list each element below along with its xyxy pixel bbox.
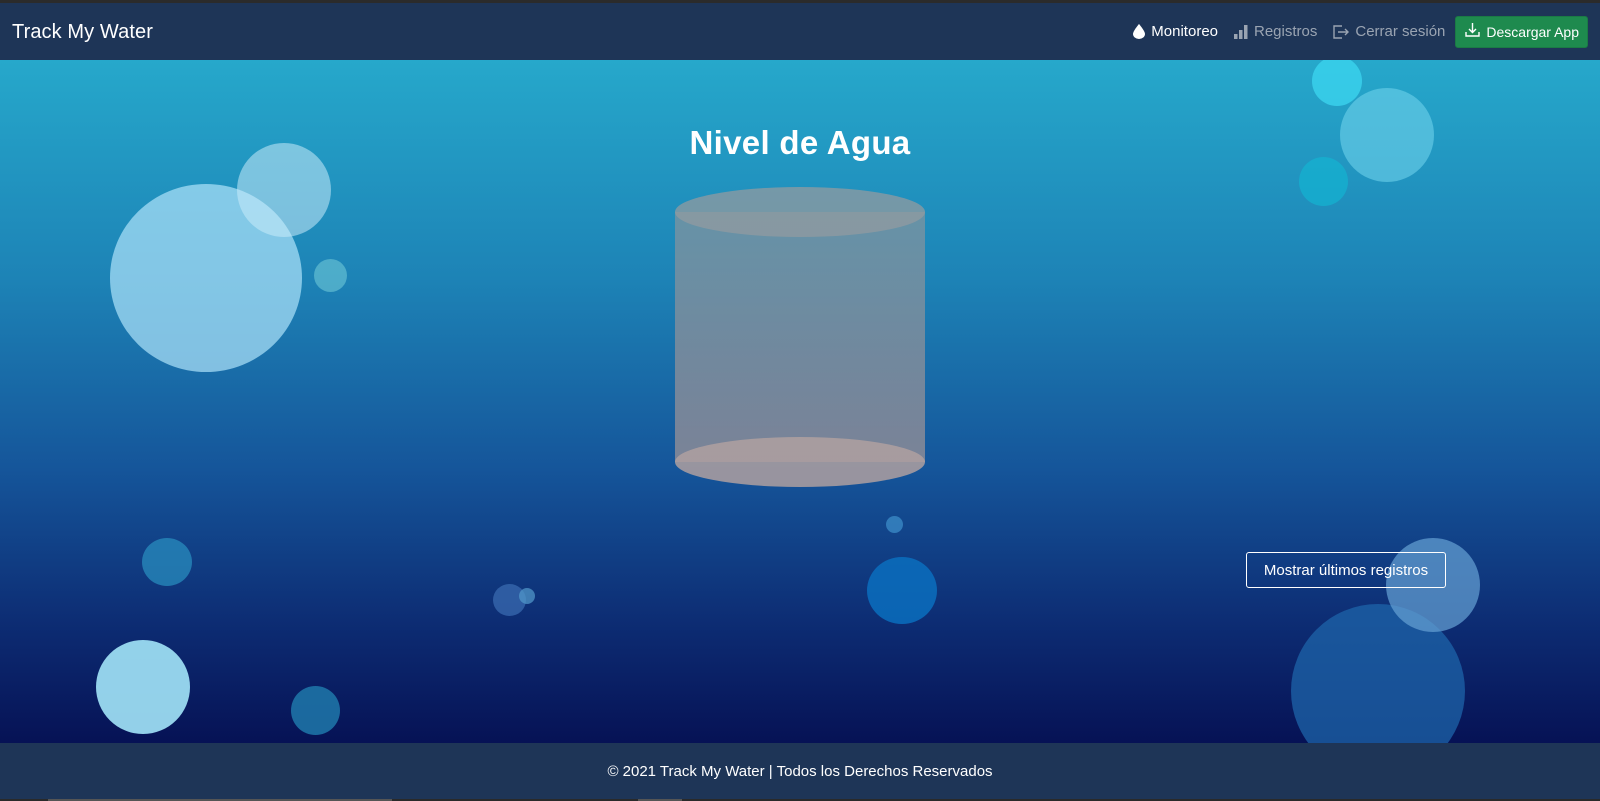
decorative-bubble (96, 640, 190, 734)
brand-logo-text[interactable]: Track My Water (12, 21, 153, 44)
download-app-button[interactable]: Descargar App (1455, 15, 1588, 48)
nav-links: Monitoreo Registros Cerrar sesión Descar… (1117, 3, 1600, 60)
nav-link-label: Monitoreo (1151, 23, 1218, 40)
footer-copyright: © 2021 Track My Water | Todos los Derech… (607, 762, 993, 780)
logout-icon (1333, 24, 1350, 39)
water-tank-gauge (675, 187, 925, 487)
tank-body (675, 212, 925, 462)
download-app-label: Descargar App (1486, 23, 1579, 40)
bar-chart-icon (1234, 24, 1248, 39)
navbar: Track My Water Monitoreo Registros Cerra… (0, 3, 1600, 60)
nav-link-monitoreo[interactable]: Monitoreo (1133, 23, 1218, 40)
nav-link-label: Registros (1254, 23, 1318, 40)
water-drop-icon (1133, 24, 1146, 39)
footer: © 2021 Track My Water | Todos los Derech… (0, 743, 1600, 799)
nav-link-cerrar-sesion[interactable]: Cerrar sesión (1333, 23, 1445, 40)
download-icon (1465, 23, 1481, 40)
decorative-bubble (1299, 157, 1348, 206)
tank-bottom (675, 437, 925, 487)
main-content: Nivel de Agua Mostrar últimos registros (0, 60, 1600, 743)
decorative-bubble (1312, 60, 1362, 106)
decorative-bubble (886, 516, 903, 533)
decorative-bubble (867, 557, 937, 624)
tank-top (675, 187, 925, 237)
decorative-bubble (142, 538, 192, 586)
decorative-bubble (291, 686, 340, 735)
nav-link-label: Cerrar sesión (1355, 23, 1446, 40)
decorative-bubble (519, 588, 535, 604)
decorative-bubble (314, 259, 347, 292)
nav-link-registros[interactable]: Registros (1234, 23, 1317, 40)
show-latest-records-button[interactable]: Mostrar últimos registros (1246, 552, 1446, 588)
page-title: Nivel de Agua (689, 124, 911, 162)
